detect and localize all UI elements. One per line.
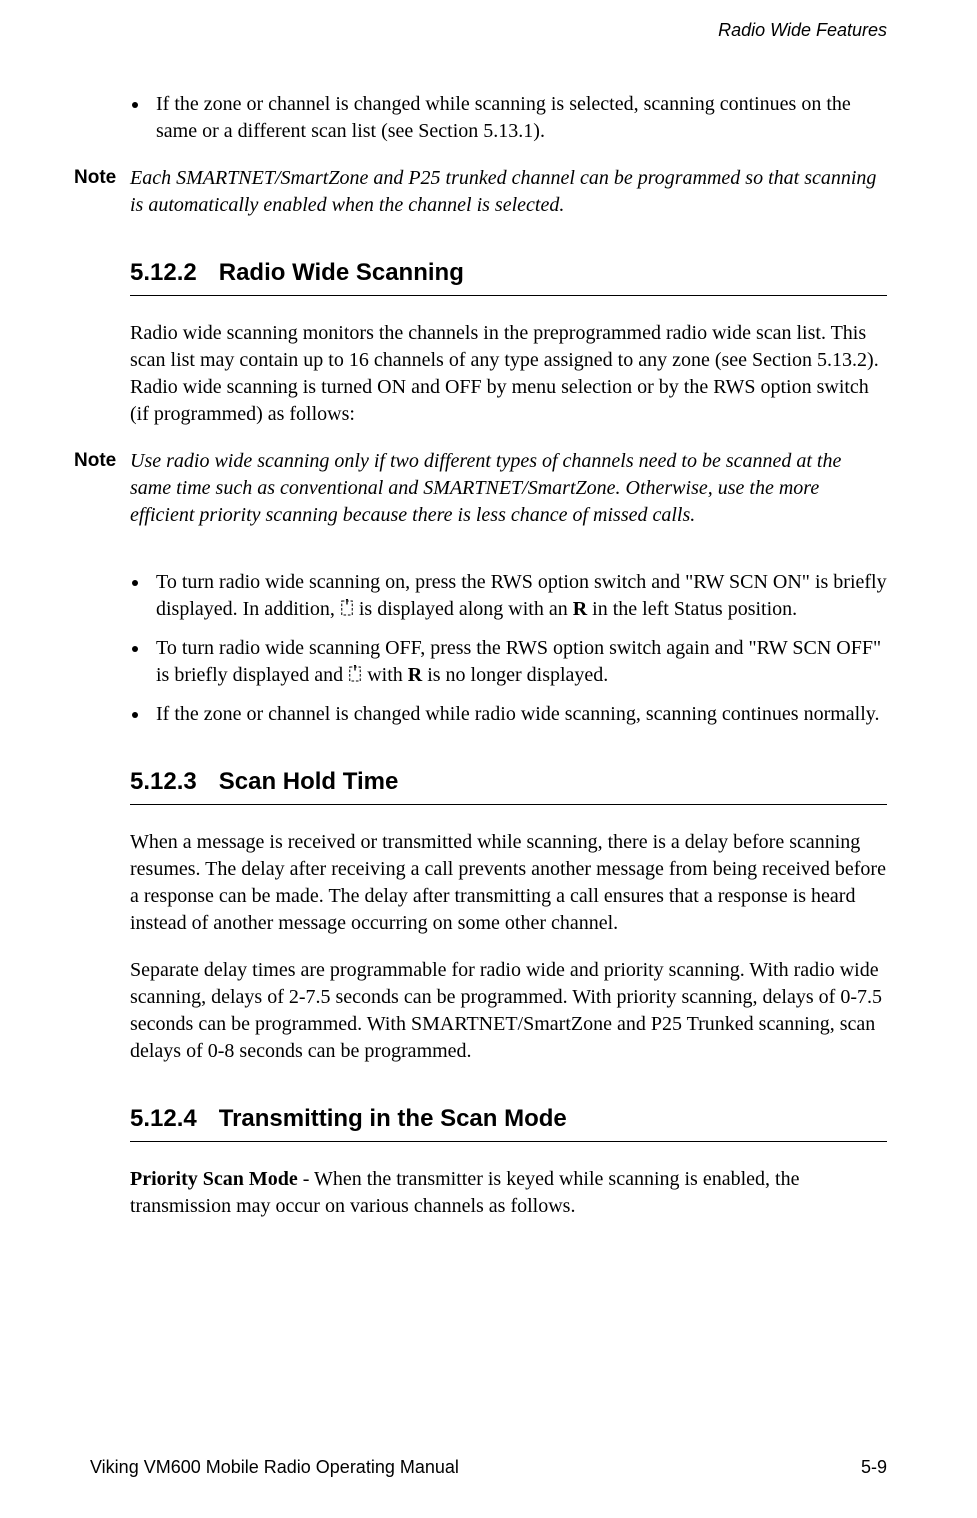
bold-r: R [573,598,587,620]
section-number: 5.12.4 [130,1105,197,1133]
scan-icon [348,664,362,691]
section-rule [130,1141,887,1142]
text-segment: with [362,664,408,686]
intro-bullet-list: If the zone or channel is changed while … [130,91,887,145]
footer-right: 5-9 [861,1457,887,1478]
section-heading-5-12-2: 5.12.2 Radio Wide Scanning [130,259,887,287]
text-segment: is no longer displayed. [422,664,608,686]
list-item: To turn radio wide scanning on, press th… [150,569,887,625]
list-item: To turn radio wide scanning OFF, press t… [150,635,887,691]
bold-r: R [408,664,422,686]
note-text: Each SMARTNET/SmartZone and P25 trunked … [130,165,887,219]
bold-lead: Priority Scan Mode [130,1168,298,1190]
list-item: If the zone or channel is changed while … [150,91,887,145]
note-block: Note Each SMARTNET/SmartZone and P25 tru… [130,165,887,219]
body-paragraph: Priority Scan Mode - When the transmitte… [130,1166,887,1220]
page-content: If the zone or channel is changed while … [130,91,887,1220]
section-heading-5-12-4: 5.12.4 Transmitting in the Scan Mode [130,1105,887,1133]
section-title: Radio Wide Scanning [219,259,464,286]
section-heading-5-12-3: 5.12.3 Scan Hold Time [130,768,887,796]
note-text: Use radio wide scanning only if two diff… [130,448,887,529]
bullet-list: To turn radio wide scanning on, press th… [130,569,887,728]
body-paragraph: Separate delay times are programmable fo… [130,957,887,1065]
body-paragraph: When a message is received or transmitte… [130,829,887,937]
running-header: Radio Wide Features [100,20,887,41]
list-item: If the zone or channel is changed while … [150,701,887,728]
footer-left: Viking VM600 Mobile Radio Operating Manu… [90,1457,459,1478]
note-label: Note [74,165,130,189]
scan-icon [340,598,354,625]
note-block: Note Use radio wide scanning only if two… [130,448,887,529]
section-rule [130,804,887,805]
note-label: Note [74,448,130,472]
text-segment: in the left Status position. [587,598,797,620]
section-rule [130,295,887,296]
body-paragraph: Radio wide scanning monitors the channel… [130,320,887,428]
section-number: 5.12.3 [130,768,197,796]
page: Radio Wide Features If the zone or chann… [0,0,977,1518]
section-title: Scan Hold Time [219,768,399,795]
text-segment: is displayed along with an [354,598,573,620]
page-footer: Viking VM600 Mobile Radio Operating Manu… [90,1457,887,1478]
section-title: Transmitting in the Scan Mode [219,1105,567,1132]
section-number: 5.12.2 [130,259,197,287]
